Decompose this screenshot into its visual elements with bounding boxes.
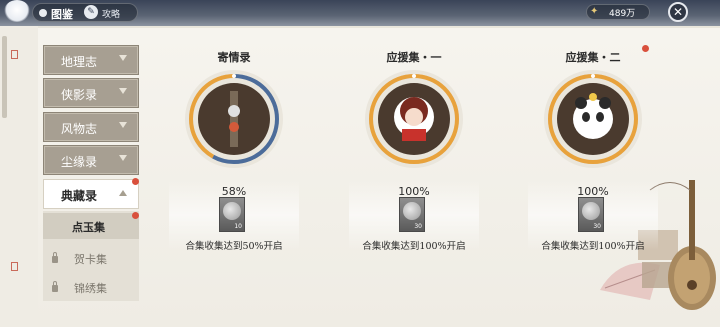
currency-display: ✦ 489万	[586, 4, 650, 20]
card-title: 应援集・二	[565, 51, 621, 64]
title-bar: 图鉴 ✎ 攻略	[32, 3, 138, 22]
notification-dot	[642, 45, 649, 52]
chevron-up-icon	[119, 190, 127, 196]
guide-label[interactable]: 攻略	[102, 7, 120, 20]
close-button[interactable]: ✕	[668, 2, 688, 22]
seal-stamp-icon	[11, 50, 18, 59]
collection-card[interactable]: 应援集・二 100% 30 合集收集达到100%开启	[528, 40, 658, 252]
reward-item-count: 30	[414, 223, 422, 230]
reward-item[interactable]: 30	[578, 197, 604, 232]
sidebar-item-customs[interactable]: 风物志	[43, 112, 139, 142]
submenu-item-embroidery[interactable]: 锦绣集	[74, 280, 107, 296]
coin-icon: ✦	[590, 6, 599, 17]
moon-icon	[4, 0, 30, 22]
collection-card[interactable]: 应援集・一 100% 30 合集收集达到100%开启	[349, 40, 479, 252]
chevron-down-icon	[119, 155, 127, 161]
scroll-strip	[2, 36, 7, 118]
hairpin-art	[230, 91, 238, 147]
seal-stamp-icon	[11, 262, 18, 271]
lock-icon	[52, 252, 58, 263]
reward-item-icon	[582, 202, 600, 220]
sidebar-item-label: 尘缘录	[61, 155, 98, 169]
progress-ring	[185, 70, 283, 168]
submenu-item-jade[interactable]: 点玉集	[72, 219, 105, 235]
sidebar-item-label: 侠影录	[61, 88, 98, 102]
page-title: 图鉴	[51, 8, 73, 21]
progress-ring	[365, 70, 463, 168]
sidebar-item-label: 地理志	[61, 55, 98, 69]
notification-dot	[132, 178, 139, 185]
notification-dot	[132, 212, 139, 219]
lock-icon	[52, 281, 58, 292]
title-bullet-icon	[39, 9, 47, 17]
reward-item[interactable]: 30	[399, 197, 425, 232]
collection-card[interactable]: 寄情录 58% 10 合集收集达到50%开启	[169, 40, 299, 252]
currency-value: 489万	[609, 9, 636, 19]
chevron-down-icon	[119, 55, 127, 61]
reward-item-count: 30	[593, 223, 601, 230]
card-condition: 合集收集达到100%开启	[362, 241, 466, 252]
progress-ring	[544, 70, 642, 168]
card-condition: 合集收集达到50%开启	[185, 241, 283, 252]
card-title: 应援集・一	[386, 51, 442, 64]
card-condition: 合集收集达到100%开启	[541, 241, 645, 252]
sidebar-item-collection[interactable]: 典藏录	[43, 179, 139, 209]
sidebar-item-label: 典藏录	[61, 189, 98, 203]
chevron-down-icon	[119, 88, 127, 94]
reward-item-icon	[403, 202, 421, 220]
reward-item[interactable]: 10	[219, 197, 245, 232]
sidebar-item-fate[interactable]: 尘缘录	[43, 145, 139, 175]
sidebar-item-geography[interactable]: 地理志	[43, 45, 139, 75]
chevron-down-icon	[119, 122, 127, 128]
guide-icon[interactable]: ✎	[84, 5, 98, 19]
reward-item-icon	[223, 202, 241, 220]
card-title: 寄情录	[217, 51, 251, 64]
sidebar-item-heroes[interactable]: 侠影录	[43, 78, 139, 108]
reward-item-count: 10	[234, 223, 242, 230]
sidebar-item-label: 风物志	[61, 122, 98, 136]
submenu-item-cards[interactable]: 贺卡集	[74, 251, 107, 267]
